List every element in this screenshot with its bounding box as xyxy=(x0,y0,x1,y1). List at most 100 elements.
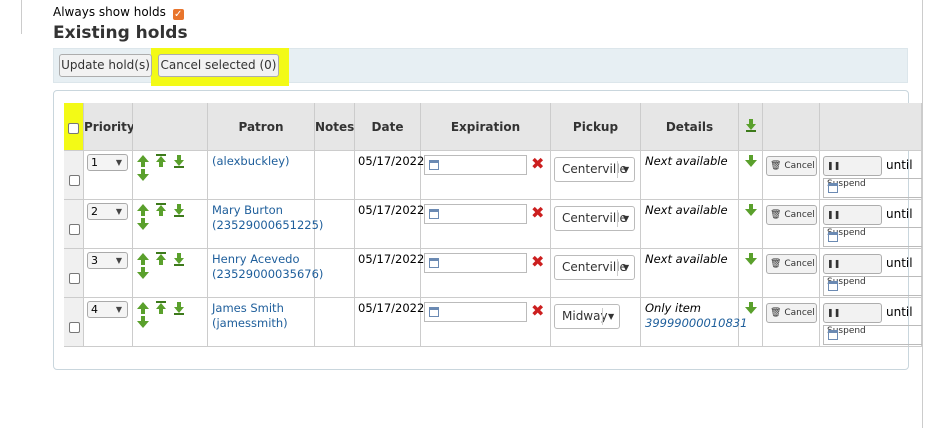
expiration-cell: ✖ xyxy=(421,298,551,347)
cancel-hold-button[interactable]: 🗑 Cancel xyxy=(766,156,817,176)
suspend-button[interactable]: ❚❚ Suspend xyxy=(823,303,882,336)
x-icon[interactable]: ✖ xyxy=(531,154,544,173)
chevron-down-icon: ▼ xyxy=(115,207,122,216)
always-show-holds-checkbox[interactable]: ✓ xyxy=(172,9,184,20)
arrow-bottom-icon[interactable] xyxy=(744,118,758,132)
header-pickup-library[interactable]: Pickup library xyxy=(551,103,641,182)
suspend-until-input[interactable] xyxy=(823,276,922,296)
patron-link[interactable]: Henry Acevedo xyxy=(212,252,314,267)
calendar-icon[interactable] xyxy=(429,307,439,317)
lowest-priority-cell xyxy=(739,151,763,200)
priority-select[interactable]: 3 ▼ xyxy=(87,252,128,269)
priority-cell: 3 ▼ xyxy=(84,249,133,298)
expiration-date-input[interactable] xyxy=(424,253,527,273)
arrow-top-icon[interactable] xyxy=(154,252,168,266)
suspend-until-input[interactable] xyxy=(823,227,922,247)
suspend-until-input[interactable] xyxy=(823,178,922,198)
suspend-button[interactable]: ❚❚ Suspend xyxy=(823,156,882,189)
cancel-hold-button[interactable]: 🗑 Cancel xyxy=(766,303,817,323)
calendar-icon[interactable] xyxy=(429,209,439,219)
update-holds-button[interactable]: Update hold(s) xyxy=(59,54,152,77)
patron-cardnumber-link[interactable]: (23529000651225) xyxy=(212,218,323,233)
arrow-top-icon[interactable] xyxy=(154,301,168,315)
patron-link[interactable]: James Smith xyxy=(212,301,314,316)
arrow-down-icon[interactable] xyxy=(136,168,150,182)
x-icon[interactable]: ✖ xyxy=(531,252,544,271)
patron-link[interactable]: (alexbuckley) xyxy=(212,154,314,169)
hold-row: 2 ▼ Mary Burton (23529000651225) 05/17/2… xyxy=(64,200,922,249)
details-text: Only item xyxy=(645,301,701,315)
expiration-date-input[interactable] xyxy=(424,204,527,224)
suspend-until-input[interactable] xyxy=(823,325,922,345)
arrow-down-icon[interactable] xyxy=(744,203,758,217)
expiration-date-input[interactable] xyxy=(424,302,527,322)
arrow-down-icon[interactable] xyxy=(136,315,150,329)
item-barcode-link[interactable]: 39999000010831 xyxy=(645,316,747,331)
arrow-bottom-icon[interactable] xyxy=(172,154,186,168)
arrow-bottom-icon[interactable] xyxy=(172,203,186,217)
arrow-top-icon[interactable] xyxy=(154,203,168,217)
priority-select[interactable]: 4 ▼ xyxy=(87,301,128,318)
header-lowest-priority[interactable] xyxy=(739,103,763,151)
calendar-icon[interactable] xyxy=(828,330,838,340)
pickup-library-select[interactable]: Centerville ▼ xyxy=(554,255,635,280)
chevron-down-icon: ▼ xyxy=(115,305,122,314)
hold-date: 05/17/2022 xyxy=(358,301,425,315)
arrow-top-icon[interactable] xyxy=(154,154,168,168)
cancel-cell: 🗑 Cancel xyxy=(763,298,820,347)
patron-cardnumber-link[interactable]: (jamessmith) xyxy=(212,316,314,331)
priority-select[interactable]: 1 ▼ xyxy=(87,154,128,171)
pickup-cell: Centerville ▼ xyxy=(551,249,641,298)
arrow-down-icon[interactable] xyxy=(136,266,150,280)
header-date[interactable]: Date xyxy=(355,103,421,151)
pickup-library-select[interactable]: Centerville ▼ xyxy=(554,206,635,231)
arrow-down-icon[interactable] xyxy=(744,252,758,266)
row-select-checkbox[interactable] xyxy=(69,322,80,333)
arrow-up-icon[interactable] xyxy=(136,301,150,315)
select-all-checkbox[interactable] xyxy=(68,123,79,134)
arrow-down-icon[interactable] xyxy=(136,217,150,231)
select-cell xyxy=(64,249,84,298)
header-details[interactable]: Details xyxy=(641,103,739,151)
arrow-up-icon[interactable] xyxy=(136,154,150,168)
pickup-library-select[interactable]: Midway ▼ xyxy=(554,304,620,329)
move-cell xyxy=(133,249,208,298)
calendar-icon[interactable] xyxy=(828,232,838,242)
header-patron[interactable]: Patron xyxy=(208,103,315,151)
cancel-selected-button[interactable]: Cancel selected (0) xyxy=(158,54,279,77)
patron-cardnumber-link[interactable]: (23529000035676) xyxy=(212,267,323,282)
arrow-up-icon[interactable] xyxy=(136,203,150,217)
x-icon[interactable]: ✖ xyxy=(531,301,544,320)
suspend-button[interactable]: ❚❚ Suspend xyxy=(823,254,882,287)
calendar-icon[interactable] xyxy=(429,160,439,170)
header-notes[interactable]: Notes xyxy=(315,103,355,151)
cancel-hold-button[interactable]: 🗑 Cancel xyxy=(766,205,817,225)
arrow-down-icon[interactable] xyxy=(744,301,758,315)
notes-cell xyxy=(315,298,355,347)
arrow-up-icon[interactable] xyxy=(136,252,150,266)
x-icon[interactable]: ✖ xyxy=(531,203,544,222)
patron-link[interactable]: Mary Burton xyxy=(212,203,314,218)
calendar-icon[interactable] xyxy=(429,258,439,268)
select-separator xyxy=(617,161,618,178)
header-expiration[interactable]: Expiration xyxy=(421,103,551,151)
suspend-button[interactable]: ❚❚ Suspend xyxy=(823,205,882,238)
always-show-holds-option[interactable]: Always show holds ✓ xyxy=(53,5,184,20)
row-select-checkbox[interactable] xyxy=(69,273,80,284)
arrow-down-icon[interactable] xyxy=(744,154,758,168)
arrow-bottom-icon[interactable] xyxy=(172,252,186,266)
pickup-library-select[interactable]: Centerville ▼ xyxy=(554,157,635,182)
calendar-icon[interactable] xyxy=(828,281,838,291)
row-select-checkbox[interactable] xyxy=(69,224,80,235)
expiration-date-input[interactable] xyxy=(424,155,527,175)
calendar-icon[interactable] xyxy=(828,183,838,193)
cancel-hold-button[interactable]: 🗑 Cancel xyxy=(766,254,817,274)
notes-cell xyxy=(315,249,355,298)
details-cell: Next available xyxy=(641,151,739,200)
arrow-bottom-icon[interactable] xyxy=(172,301,186,315)
patron-cell: (alexbuckley) xyxy=(208,151,315,200)
cancel-label: Cancel xyxy=(784,308,815,318)
header-priority[interactable]: Priority xyxy=(84,103,135,151)
priority-select[interactable]: 2 ▼ xyxy=(87,203,128,220)
row-select-checkbox[interactable] xyxy=(69,175,80,186)
